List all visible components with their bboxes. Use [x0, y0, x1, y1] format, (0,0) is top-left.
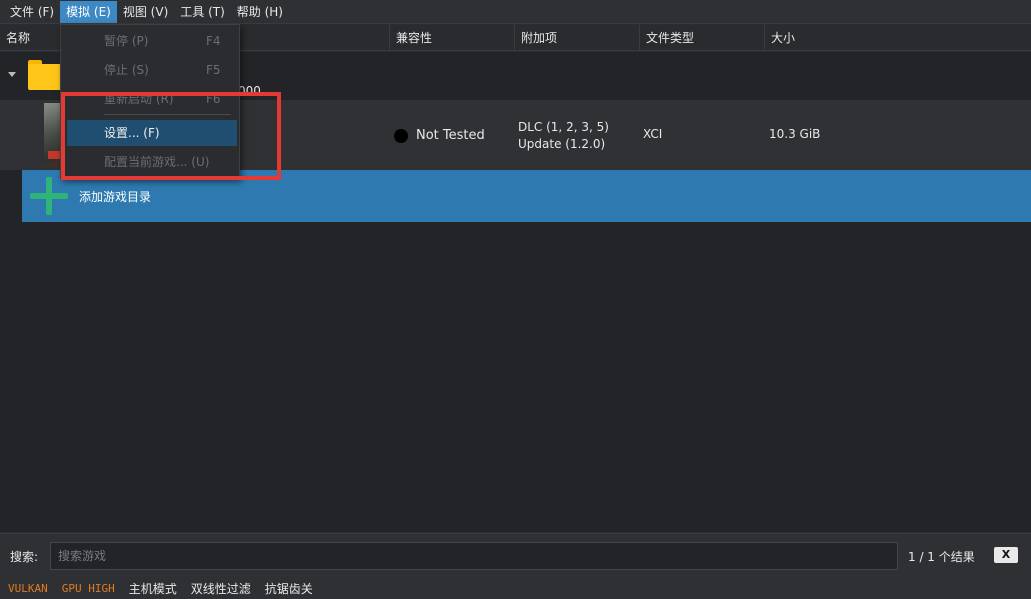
menu-help[interactable]: 帮助 (H): [231, 1, 289, 23]
gpu-accuracy-status[interactable]: GPU HIGH: [62, 582, 115, 595]
compatibility-cell: Not Tested: [394, 128, 485, 143]
renderer-status[interactable]: VULKAN: [8, 582, 48, 595]
menu-pause[interactable]: 暂停 (P) F4: [61, 28, 239, 54]
status-bar: VULKAN GPU HIGH 主机模式 双线性过滤 抗锯齿关: [0, 577, 1031, 599]
menu-stop[interactable]: 停止 (S) F5: [61, 57, 239, 83]
menu-pause-label: 暂停 (P): [104, 34, 149, 48]
compatibility-text: Not Tested: [416, 128, 485, 143]
column-addons[interactable]: 附加项: [514, 25, 639, 51]
addons-dlc: DLC (1, 2, 3, 5): [518, 120, 609, 134]
add-game-directory-label: 添加游戏目录: [79, 190, 152, 204]
clear-search-button[interactable]: X: [994, 547, 1018, 563]
highlight-box: [61, 92, 281, 180]
file-size-cell: 10.3 GiB: [769, 127, 821, 141]
filter-status[interactable]: 双线性过滤: [191, 580, 251, 597]
docked-mode-status[interactable]: 主机模式: [129, 580, 177, 597]
compatibility-dot-icon: [394, 128, 408, 143]
search-label: 搜索:: [10, 550, 39, 564]
column-compatibility[interactable]: 兼容性: [389, 25, 514, 51]
search-input[interactable]: [50, 542, 898, 570]
folder-icon: [28, 60, 64, 90]
file-type-cell: XCI: [643, 127, 663, 141]
menu-stop-shortcut: F5: [206, 63, 221, 77]
column-file-type[interactable]: 文件类型: [639, 25, 764, 51]
menu-file[interactable]: 文件 (F): [4, 1, 60, 23]
addons-update: Update (1.2.0): [518, 137, 606, 151]
column-size[interactable]: 大小: [764, 25, 1031, 51]
plus-icon: [30, 177, 68, 215]
expand-arrow-icon[interactable]: [8, 72, 16, 77]
addons-cell: DLC (1, 2, 3, 5) Update (1.2.0): [518, 119, 609, 153]
search-bar: 搜索: 1 / 1 个结果 X: [0, 533, 1031, 577]
menu-tools[interactable]: 工具 (T): [174, 1, 231, 23]
menu-emulation[interactable]: 模拟 (E): [60, 0, 117, 23]
menu-pause-shortcut: F4: [206, 34, 221, 48]
menu-bar: 文件 (F) 模拟 (E) 视图 (V) 工具 (T) 帮助 (H): [0, 0, 1031, 24]
menu-view[interactable]: 视图 (V): [117, 1, 174, 23]
antialiasing-status[interactable]: 抗锯齿关: [265, 580, 313, 597]
search-result-count: 1 / 1 个结果: [908, 550, 975, 564]
menu-stop-label: 停止 (S): [104, 63, 149, 77]
